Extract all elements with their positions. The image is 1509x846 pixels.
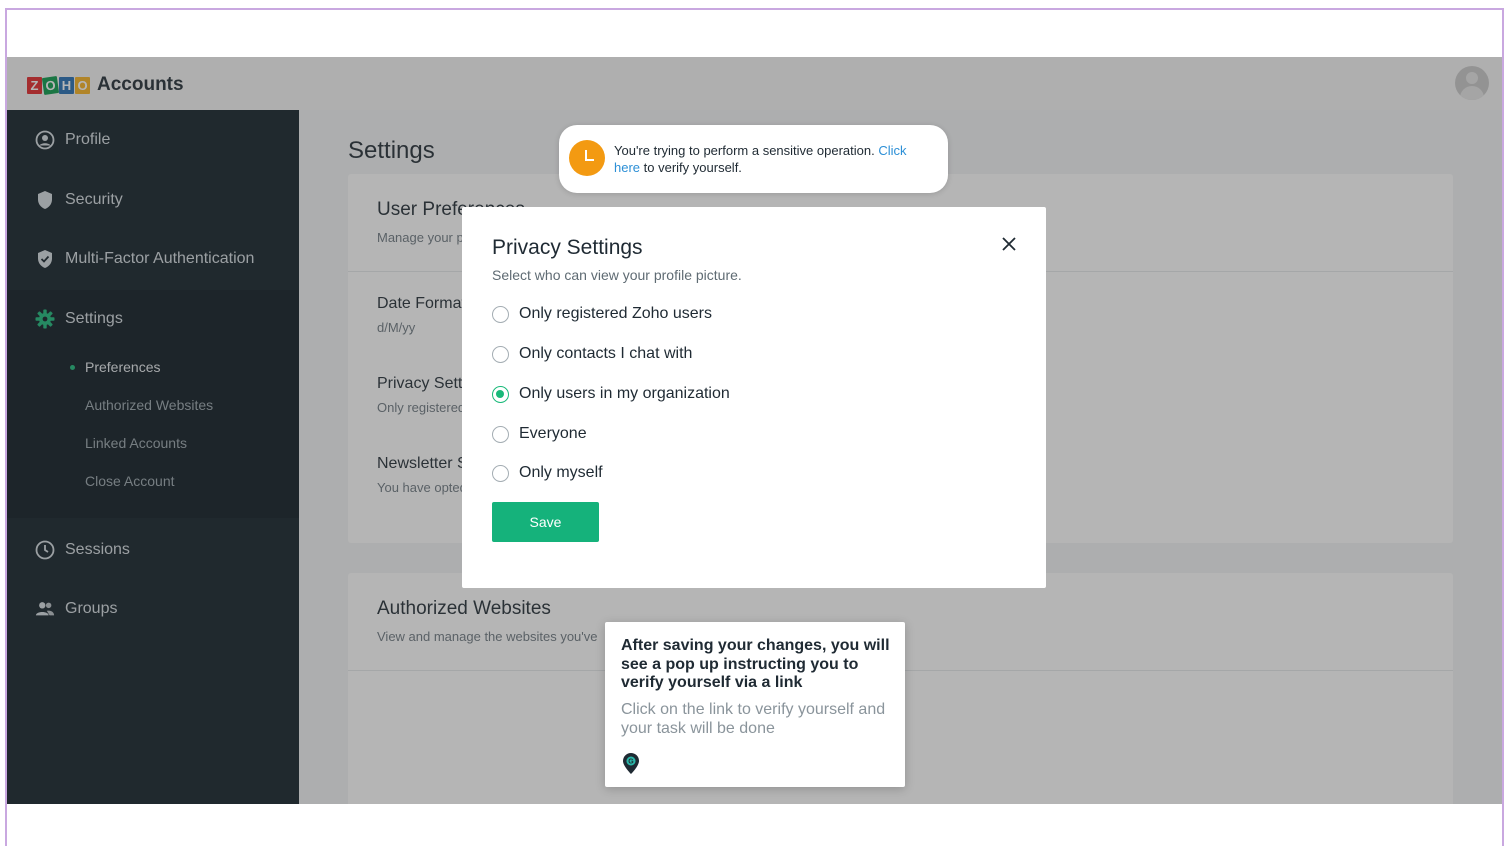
save-button[interactable]: Save xyxy=(492,502,599,542)
option-users-in-my-organization[interactable]: Only users in my organization xyxy=(492,383,730,405)
option-label: Only users in my organization xyxy=(519,385,730,402)
verification-toast: You're trying to perform a sensitive ope… xyxy=(559,125,948,193)
radio-button-selected[interactable] xyxy=(492,385,509,403)
clock-icon xyxy=(569,140,605,176)
close-icon[interactable] xyxy=(1000,235,1018,253)
modal-subtitle: Select who can view your profile picture… xyxy=(492,267,742,283)
radio-button[interactable] xyxy=(492,305,509,323)
privacy-settings-modal: Privacy Settings Select who can view you… xyxy=(462,207,1046,588)
location-pin-icon: G xyxy=(622,752,640,781)
option-only-myself[interactable]: Only myself xyxy=(492,462,603,484)
toast-text-after: to verify yourself. xyxy=(643,160,742,175)
option-everyone[interactable]: Everyone xyxy=(492,423,587,445)
radio-button[interactable] xyxy=(492,345,509,363)
modal-title: Privacy Settings xyxy=(492,236,643,259)
option-label: Only contacts I chat with xyxy=(519,345,693,362)
option-label: Everyone xyxy=(519,425,587,442)
toast-message: You're trying to perform a sensitive ope… xyxy=(614,142,934,176)
svg-text:G: G xyxy=(628,759,634,766)
option-registered-zoho-users[interactable]: Only registered Zoho users xyxy=(492,303,712,325)
zoho-accounts-app: Z O H O Accounts Profile Security Multi-… xyxy=(7,57,1502,804)
guide-body: Click on the link to verify yourself and… xyxy=(621,701,886,737)
option-contacts-i-chat-with[interactable]: Only contacts I chat with xyxy=(492,343,692,365)
guide-tooltip: After saving your changes, you will see … xyxy=(605,622,905,787)
guide-title: After saving your changes, you will see … xyxy=(621,637,890,691)
toast-text-before: You're trying to perform a sensitive ope… xyxy=(614,143,875,158)
radio-button[interactable] xyxy=(492,425,509,443)
radio-button[interactable] xyxy=(492,464,509,482)
option-label: Only registered Zoho users xyxy=(519,305,712,322)
option-label: Only myself xyxy=(519,464,603,481)
